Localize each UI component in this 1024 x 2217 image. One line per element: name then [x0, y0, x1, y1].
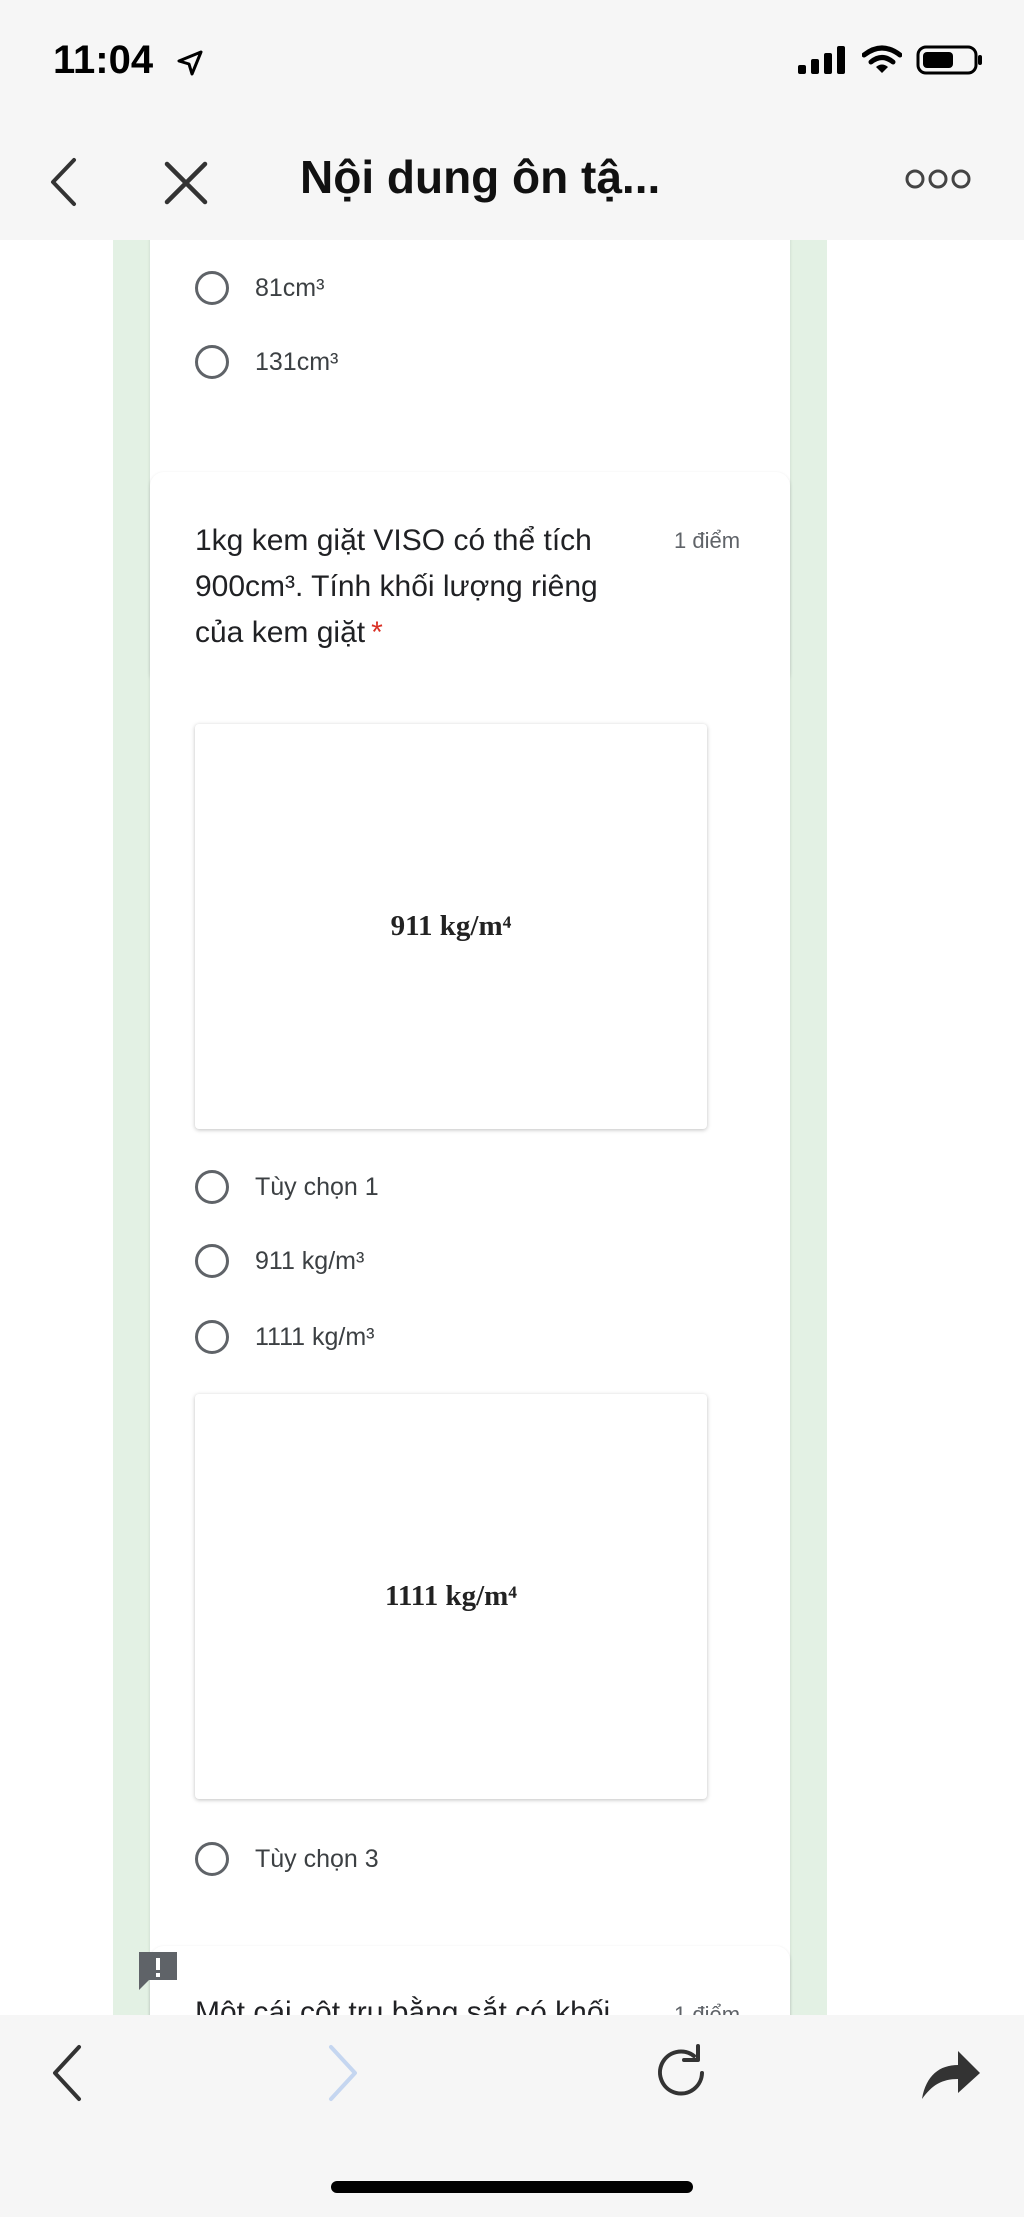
option-tuy-chon-1[interactable]: Tùy chọn 1: [195, 1165, 379, 1209]
radio-button[interactable]: [195, 1170, 229, 1204]
more-button[interactable]: [900, 162, 976, 196]
next-question-points: 1 điểm: [674, 2002, 741, 2015]
toolbar-forward-icon: [329, 2045, 357, 2101]
option-131[interactable]: 131cm³: [195, 340, 338, 384]
share-icon: [922, 2051, 980, 2099]
close-icon: [164, 161, 208, 205]
back-button[interactable]: [40, 152, 86, 212]
reload-button[interactable]: [648, 2040, 714, 2106]
reload-icon: [658, 2044, 704, 2096]
option-image-1111: 1111 kg/m⁴: [195, 1394, 707, 1799]
next-question-text: Một cái cột trụ bằng sắt có khối: [195, 1996, 611, 2015]
question-text: 1kg kem giặt VISO có thể tích 900cm³. Tí…: [195, 524, 598, 649]
form-content[interactable]: 81cm³ 131cm³ 1kg kem giặt VISO có thể tí…: [0, 240, 1024, 2015]
status-time: 11:04: [53, 38, 154, 82]
radio-button[interactable]: [195, 1320, 229, 1354]
back-icon: [51, 158, 76, 206]
signal-icon: [798, 46, 845, 74]
toolbar-forward-button[interactable]: [318, 2040, 368, 2106]
option-tuy-chon-3[interactable]: Tùy chọn 3: [195, 1837, 379, 1881]
more-icon: [905, 169, 971, 189]
required-mark: *: [371, 616, 383, 649]
close-button[interactable]: [158, 155, 214, 211]
option-image-911: 911 kg/m⁴: [195, 724, 707, 1129]
wifi-icon: [862, 45, 902, 73]
home-indicator: [331, 2181, 693, 2193]
radio-button[interactable]: [195, 271, 229, 305]
toolbar-back-icon: [53, 2045, 81, 2101]
share-button[interactable]: [918, 2040, 984, 2106]
report-icon[interactable]: [137, 1950, 179, 1990]
option-911[interactable]: 911 kg/m³: [195, 1239, 364, 1283]
battery-icon: [916, 45, 982, 75]
status-indicators: [798, 44, 984, 76]
page-title: Nội dung ôn tậ...: [300, 151, 661, 203]
option-1111[interactable]: 1111 kg/m³: [195, 1315, 375, 1359]
radio-button[interactable]: [195, 345, 229, 379]
location-arrow-icon: [177, 50, 203, 76]
radio-button[interactable]: [195, 1244, 229, 1278]
status-bar: 11:04: [0, 0, 1024, 128]
radio-button[interactable]: [195, 1842, 229, 1876]
option-81[interactable]: 81cm³: [195, 266, 324, 310]
question-points: 1 điểm: [674, 528, 741, 553]
toolbar-back-button[interactable]: [42, 2040, 92, 2106]
